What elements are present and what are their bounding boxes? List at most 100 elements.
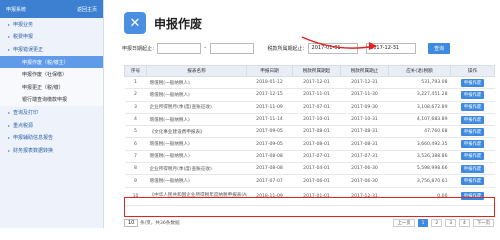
- cell-date: 2017-09-05: [246, 137, 293, 151]
- page-header: ✕ 申报作废: [124, 12, 202, 34]
- sidebar-menu: ▸ 申报业务 ▸ 税费申报 ▸ 申报错误更正 申报作废（税/缴主） 申报作废（社保缴） 申报更正…: [0, 18, 103, 157]
- sidebar-item-label: 申报作废（社保缴）: [22, 72, 68, 79]
- cell-no: 3: [124, 101, 147, 114]
- sidebar-item-0[interactable]: ▸ 申报业务: [0, 18, 103, 31]
- sidebar-item-7[interactable]: ▸ 查询及打印: [0, 106, 103, 119]
- sidebar-item-label: 查询及打印: [13, 109, 39, 116]
- cell-op: 申报作废: [450, 76, 495, 90]
- void-declaration-button[interactable]: 申报作废: [460, 103, 485, 112]
- cell-to: 2017-08-31: [340, 137, 389, 151]
- cell-name: 企业所得税月(季)度(查账征收): [146, 101, 247, 114]
- sidebar-item-2[interactable]: ▸ 申报错误更正: [0, 43, 103, 56]
- col-header-no: 序号: [124, 65, 147, 77]
- col-header-action: 操作: [450, 65, 495, 77]
- cell-to: 2017-10-31: [340, 113, 389, 127]
- cell-from: 2017-07-01: [292, 150, 341, 164]
- sidebar-item-3[interactable]: 申报作废（税/缴主）: [0, 55, 103, 69]
- cell-no: 6: [124, 137, 147, 151]
- cell-from: 2017-11-01: [292, 88, 341, 102]
- void-declaration-button[interactable]: 申报作废: [460, 115, 485, 124]
- page-4-button[interactable]: 4: [459, 219, 470, 227]
- chevron-right-icon: ▸: [8, 46, 11, 52]
- sidebar-item-4[interactable]: 申报作废（社保缴）: [0, 68, 103, 81]
- col-header-amount: 应补(退)税额: [388, 65, 451, 77]
- cell-amount: 4,107,683.89: [388, 113, 451, 127]
- cell-from: 2017-06-01: [292, 174, 341, 188]
- cell-from: 2017-12-01: [292, 76, 341, 90]
- sidebar-header: 申报系统 返回主页: [0, 0, 103, 18]
- sidebar-item-9[interactable]: ▸ 申报辅助信息报告: [0, 131, 103, 144]
- sidebar-item-5[interactable]: 申报更正（税/缴）: [0, 80, 103, 94]
- table-row: 8 企业所得税月(季)度(查账征收) 2017-08-08 2017-04-01 201…: [124, 162, 495, 176]
- cell-to: 2017-12-31: [340, 76, 389, 90]
- sidebar-item-label: 税费申报: [13, 34, 34, 41]
- page-1-button[interactable]: 1: [417, 219, 429, 227]
- sidebar-item-10[interactable]: ▸ 财务报表数据转换: [0, 144, 103, 157]
- cell-amount: 3,526,388.86: [388, 150, 451, 164]
- sidebar: 申报系统 返回主页 ▸ 申报业务 ▸ 税费申报 ▸ 申报错误更正 申报作废（税/缴主） 申报作…: [0, 0, 104, 228]
- table-row: 2 增值税(一般纳税人) 2017-12-15 2017-11-01 2017-11-3…: [124, 88, 495, 102]
- void-declaration-button[interactable]: 申报作废: [460, 152, 485, 161]
- sidebar-item-6[interactable]: 银行端查询缴款申报: [0, 93, 103, 107]
- next-page-button[interactable]: 下一页: [472, 219, 494, 227]
- void-declaration-button[interactable]: 申报作废: [460, 78, 485, 87]
- cell-date: 2017-09-05: [246, 125, 293, 139]
- cell-name: 增值税(一般纳税人): [146, 88, 247, 102]
- cell-date: 2018-01-12: [246, 76, 293, 90]
- range-dash: –: [204, 45, 207, 51]
- cell-date: 2017-08-08: [246, 162, 293, 176]
- cell-to: 2017-08-31: [340, 125, 389, 139]
- cell-amount: 5,598,998.66: [388, 162, 451, 176]
- void-declaration-button[interactable]: 申报作废: [460, 177, 485, 186]
- table-row: 3 企业所得税月(季)度(查账征收) 2017-11-09 2017-07-01 201…: [124, 101, 495, 114]
- table-row: 9 增值税(一般纳税人) 2017-07-07 2017-06-01 2017-06-3…: [124, 174, 495, 188]
- cell-op: 申报作废: [450, 88, 495, 102]
- cell-name: 增值税(一般纳税人): [146, 174, 247, 188]
- per-page-select[interactable]: 10: [124, 219, 138, 227]
- cell-name: 增值税(一般纳税人): [146, 113, 247, 127]
- cell-name: 《文化事业建设费申报表》: [146, 125, 247, 139]
- cell-date: 2017-11-09: [246, 101, 293, 114]
- page-3-button[interactable]: 3: [445, 219, 457, 227]
- table-row: 1 增值税(一般纳税人) 2018-01-12 2017-12-01 2017-12-3…: [124, 76, 495, 90]
- sidebar-item-8[interactable]: ▸ 重点税源: [0, 119, 103, 132]
- col-header-name: 报表名称: [146, 65, 247, 77]
- cell-from: 2017-10-01: [292, 113, 341, 127]
- chevron-right-icon: ▸: [8, 135, 11, 141]
- prev-page-button[interactable]: 上一页: [393, 219, 415, 227]
- void-declaration-button[interactable]: 申报作废: [460, 90, 485, 99]
- cell-to: 2017-11-30: [340, 88, 389, 102]
- cell-amount: 3,227,451.28: [388, 88, 451, 102]
- chevron-right-icon: ▸: [8, 21, 11, 27]
- cell-no: 4: [124, 113, 147, 127]
- cell-no: 8: [124, 162, 147, 176]
- home-link[interactable]: 返回主页: [77, 6, 97, 13]
- sidebar-item-label: 申报错误更正: [13, 46, 44, 53]
- void-declaration-button[interactable]: 申报作废: [460, 127, 485, 136]
- cell-no: 1: [124, 76, 147, 90]
- cell-amount: 531,793.08: [388, 76, 451, 90]
- col-header-period-to: 税款所属期止: [340, 65, 389, 77]
- page-2-button[interactable]: 2: [431, 219, 443, 227]
- date-to-input[interactable]: [209, 42, 254, 54]
- sidebar-item-label: 银行端查询缴款申报: [22, 97, 68, 104]
- cell-from: 2017-04-01: [292, 162, 341, 176]
- app-window: 申报系统 返回主页 ▸ 申报业务 ▸ 税费申报 ▸ 申报错误更正 申报作废（税/缴主） 申报作…: [0, 0, 500, 228]
- sidebar-item-label: 重点税源: [13, 122, 34, 129]
- pagination: 10 条/页，共36条数据 上一页 1 2 3 4 下一页: [124, 218, 494, 228]
- cell-to: 2017-07-31: [340, 150, 389, 164]
- date-from-input[interactable]: [157, 42, 202, 54]
- cell-amount: 3,660,492.35: [388, 137, 451, 151]
- cell-amount: 3,108,672.89: [388, 101, 451, 114]
- cell-date: 2017-07-07: [246, 174, 293, 188]
- sidebar-item-label: 申报更正（税/缴）: [22, 84, 64, 91]
- void-declaration-button[interactable]: 申报作废: [460, 164, 485, 173]
- cell-op: 申报作废: [450, 174, 495, 188]
- main-content: ✕ 申报作废 申报日期起止： – 税款所属期起止： 2017-01-01 – 2…: [104, 0, 500, 228]
- search-button[interactable]: 查询: [428, 42, 451, 54]
- chevron-right-icon: ▸: [8, 122, 11, 128]
- cell-from: 2017-07-01: [292, 101, 341, 114]
- sidebar-item-1[interactable]: ▸ 税费申报: [0, 31, 103, 44]
- void-declaration-button[interactable]: 申报作废: [460, 140, 485, 149]
- cell-op: 申报作废: [450, 150, 495, 164]
